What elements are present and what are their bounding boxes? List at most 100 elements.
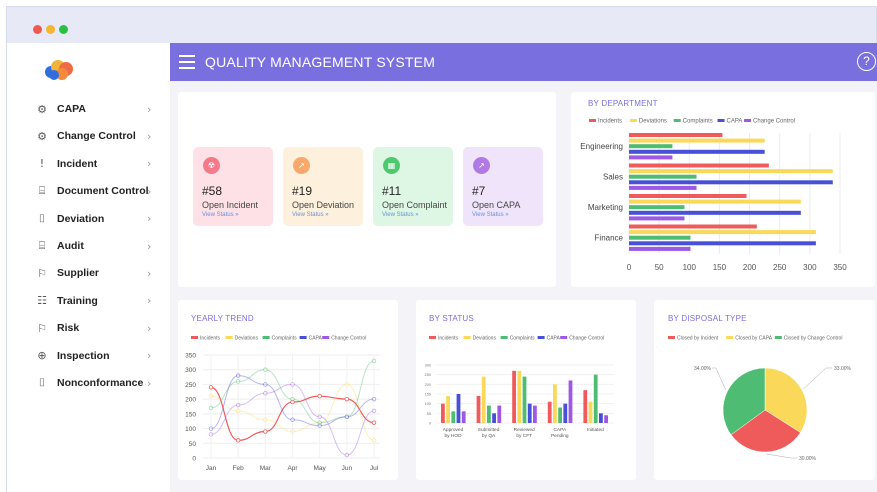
legend-label: Deviations [473, 336, 497, 342]
y-tick-label: 300 [185, 367, 196, 374]
chevron-right-icon: › [147, 321, 152, 335]
trend-point [290, 382, 295, 387]
bar [583, 390, 588, 423]
y-tick-label: 250 [425, 373, 431, 377]
trend-point [263, 417, 268, 422]
y-tick-label: 50 [427, 412, 431, 416]
sidebar-item-label: CAPA [57, 103, 86, 115]
trend-point [317, 414, 322, 419]
chevron-right-icon: › [147, 184, 152, 198]
bar [527, 403, 532, 423]
legend-swatch [299, 336, 307, 339]
legend-label: Closed by Incident [677, 336, 719, 342]
bar [547, 401, 552, 423]
sidebar-item-nonconformance[interactable]: ⌷ Nonconformance › [7, 370, 171, 396]
y-tick-label: 0 [192, 456, 196, 463]
bar [446, 395, 450, 423]
trend-point [208, 385, 214, 390]
kpi-label: Open CAPA [472, 200, 521, 210]
bar [629, 235, 691, 240]
kpi-icon: ▦ [383, 157, 400, 174]
sidebar-item-incident[interactable]: ! Incident › [7, 151, 171, 177]
bar [517, 370, 522, 423]
x-tick-label: 300 [803, 263, 817, 272]
x-tick-label: Jan [206, 465, 217, 472]
legend-swatch [322, 336, 330, 339]
kpi-card-open-deviation[interactable]: ↗ #19 Open Deviation View Status » [283, 147, 363, 226]
sidebar-item-label: Audit [57, 240, 84, 252]
trend-point [263, 391, 268, 396]
bar [568, 380, 573, 423]
app-logo [45, 60, 73, 80]
sidebar-item-audit[interactable]: ⌸ Audit › [7, 233, 171, 259]
trend-point [263, 382, 268, 387]
kpi-count: #11 [382, 184, 402, 198]
legend-label: Change Control [569, 336, 604, 342]
bar [629, 180, 833, 185]
x-tick-label: 150 [713, 263, 727, 272]
trend-point [371, 420, 377, 425]
menu-icon[interactable] [179, 55, 195, 69]
bar [604, 415, 608, 423]
chevron-right-icon: › [147, 294, 152, 308]
close-window-dot[interactable] [33, 25, 42, 34]
minimize-window-dot[interactable] [46, 25, 55, 34]
y-tick-label: 50 [189, 441, 197, 448]
sidebar-item-training[interactable]: ☷ Training › [7, 288, 171, 314]
x-tick-label: 50 [655, 263, 664, 272]
sidebar-item-supplier[interactable]: ⚐ Supplier › [7, 260, 171, 286]
bar [553, 384, 557, 423]
view-status-link[interactable]: View Status » [382, 212, 419, 218]
trend-point [371, 358, 377, 364]
sidebar-item-document-control[interactable]: ⌸ Document Control › [7, 178, 171, 204]
kpi-count: #58 [202, 184, 223, 198]
sidebar-item-deviation[interactable]: ⌷ Deviation › [7, 206, 171, 232]
top-bar: QUALITY MANAGEMENT SYSTEM ? [170, 43, 877, 81]
bar [487, 405, 491, 423]
legend-label: Incidents [438, 336, 459, 342]
trend-point [208, 426, 214, 431]
kpi-card-open-complaint[interactable]: ▦ #11 Open Complaint View Status » [373, 147, 453, 226]
people-icon: ⚐ [37, 266, 47, 280]
help-icon[interactable]: ? [857, 52, 876, 71]
trend-point [344, 382, 350, 387]
x-tick-label: 100 [683, 263, 697, 272]
file-icon: ⌷ [38, 211, 46, 225]
sidebar-item-change-control[interactable]: ⚙ Change Control › [7, 123, 171, 149]
sidebar-item-label: Risk [57, 322, 80, 335]
category-label: Sales [603, 173, 623, 182]
maximize-window-dot[interactable] [59, 25, 68, 34]
kpi-card-open-incident[interactable]: ☢ #58 Open Incident View Status » [193, 147, 273, 226]
legend-label: Closed by Change Control [784, 336, 843, 342]
legend-label: Complaints [510, 336, 536, 342]
x-tick-label: Mar [260, 465, 272, 472]
sidebar-item-inspection[interactable]: ⊕ Inspection › [7, 343, 171, 369]
trend-point [208, 432, 214, 437]
bar [629, 144, 673, 149]
legend-swatch [744, 119, 752, 122]
trend-point [371, 408, 377, 414]
chevron-right-icon: › [147, 376, 152, 390]
legend-swatch [629, 119, 637, 122]
kpi-card-open-capa[interactable]: ↗ #7 Open CAPA View Status » [463, 147, 543, 226]
view-status-link[interactable]: View Status » [292, 212, 329, 218]
pie-leader-line [766, 453, 797, 459]
legend-label: CAPA [309, 336, 323, 342]
sidebar-item-risk[interactable]: ⚐ Risk › [7, 315, 171, 341]
sidebar-item-capa[interactable]: ⚙ CAPA › [7, 96, 171, 122]
view-status-link[interactable]: View Status » [202, 212, 239, 218]
trend-point [263, 367, 268, 372]
category-label: Marketing [588, 203, 623, 212]
legend-label: CAPA [727, 119, 743, 125]
by-department-chart: Incidents Deviations Complaints CAPA Change … [580, 119, 847, 273]
view-status-link[interactable]: View Status » [472, 212, 509, 218]
y-tick-label: 350 [185, 353, 196, 360]
category-label: Engineering [580, 142, 623, 151]
sidebar-item-label: Change Control [57, 130, 136, 143]
bar [629, 163, 769, 168]
trend-point [208, 393, 214, 399]
trend-point [317, 423, 322, 428]
by-status-chart: Incidents Deviations Complaints CAPA Change … [425, 336, 614, 439]
legend-swatch [500, 336, 508, 339]
y-tick-label: 0 [429, 422, 431, 426]
